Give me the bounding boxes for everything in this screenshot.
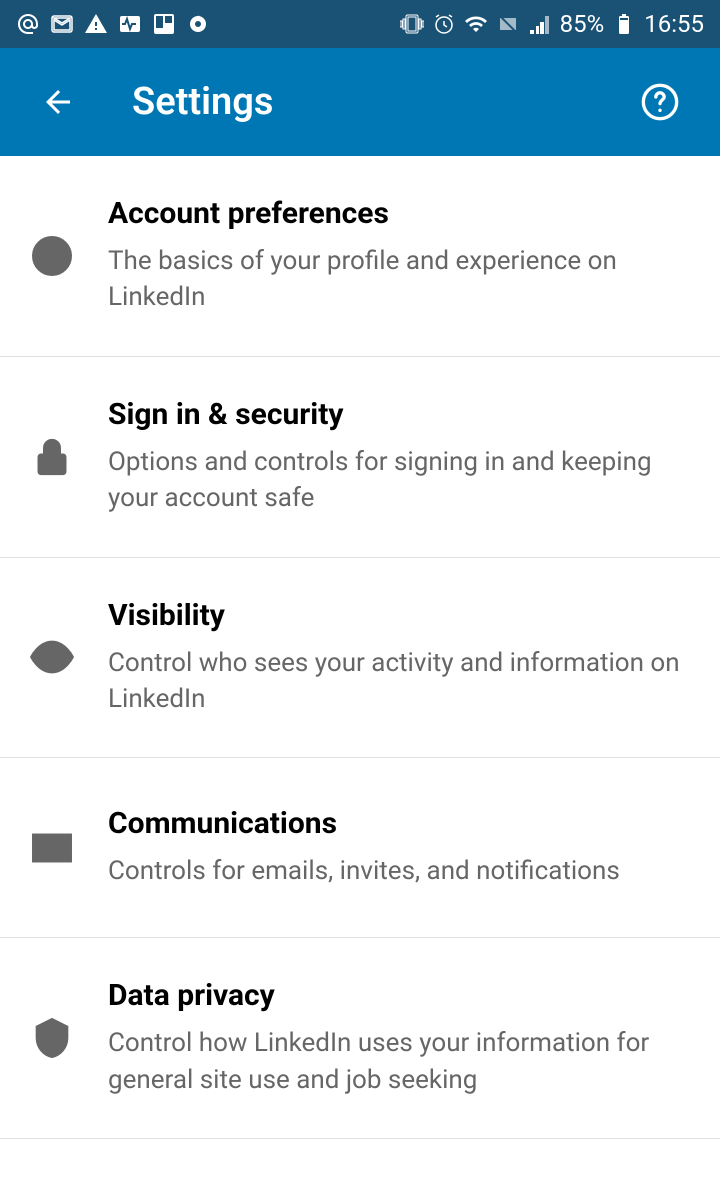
app-bar: Settings bbox=[0, 48, 720, 156]
settings-item-sign-in-security[interactable]: Sign in & security Options and controls … bbox=[0, 357, 720, 558]
person-icon bbox=[30, 234, 74, 278]
item-description: Controls for emails, invites, and notifi… bbox=[108, 853, 690, 889]
item-title: Communications bbox=[108, 806, 690, 841]
item-content: Data privacy Control how LinkedIn uses y… bbox=[108, 978, 690, 1098]
gmail-icon bbox=[50, 12, 74, 36]
item-description: The basics of your profile and experienc… bbox=[108, 243, 690, 316]
at-icon bbox=[16, 12, 40, 36]
status-bar-left bbox=[16, 12, 210, 36]
item-content: Sign in & security Options and controls … bbox=[108, 397, 690, 517]
item-content: Communications Controls for emails, invi… bbox=[108, 806, 690, 889]
signal-icon bbox=[528, 12, 552, 36]
help-icon bbox=[640, 82, 680, 122]
arrow-left-icon bbox=[40, 84, 76, 120]
item-description: Options and controls for signing in and … bbox=[108, 444, 690, 517]
status-bar: 85% 16:55 bbox=[0, 0, 720, 48]
back-button[interactable] bbox=[32, 76, 84, 128]
vibrate-icon bbox=[400, 12, 424, 36]
activity-icon bbox=[118, 12, 142, 36]
settings-item-account-preferences[interactable]: Account preferences The basics of your p… bbox=[0, 156, 720, 357]
battery-icon bbox=[612, 12, 636, 36]
item-title: Visibility bbox=[108, 598, 690, 633]
mail-icon bbox=[30, 826, 74, 870]
settings-item-communications[interactable]: Communications Controls for emails, invi… bbox=[0, 758, 720, 938]
no-sim-icon bbox=[496, 12, 520, 36]
time-display: 16:55 bbox=[644, 10, 704, 38]
lock-icon bbox=[30, 435, 74, 479]
eye-icon bbox=[30, 635, 74, 679]
battery-percentage: 85% bbox=[560, 10, 605, 38]
help-button[interactable] bbox=[632, 74, 688, 130]
avast-icon bbox=[186, 12, 210, 36]
item-title: Data privacy bbox=[108, 978, 690, 1013]
settings-list: Account preferences The basics of your p… bbox=[0, 156, 720, 1139]
wifi-icon bbox=[464, 12, 488, 36]
trello-icon bbox=[152, 12, 176, 36]
alarm-icon bbox=[432, 12, 456, 36]
page-title: Settings bbox=[132, 80, 632, 124]
item-content: Account preferences The basics of your p… bbox=[108, 196, 690, 316]
item-description: Control who sees your activity and infor… bbox=[108, 645, 690, 718]
settings-item-visibility[interactable]: Visibility Control who sees your activit… bbox=[0, 558, 720, 759]
item-description: Control how LinkedIn uses your informati… bbox=[108, 1025, 690, 1098]
item-content: Visibility Control who sees your activit… bbox=[108, 598, 690, 718]
status-bar-right: 85% 16:55 bbox=[400, 10, 704, 38]
item-title: Sign in & security bbox=[108, 397, 690, 432]
item-title: Account preferences bbox=[108, 196, 690, 231]
warning-icon bbox=[84, 12, 108, 36]
settings-item-data-privacy[interactable]: Data privacy Control how LinkedIn uses y… bbox=[0, 938, 720, 1139]
shield-icon bbox=[30, 1016, 74, 1060]
